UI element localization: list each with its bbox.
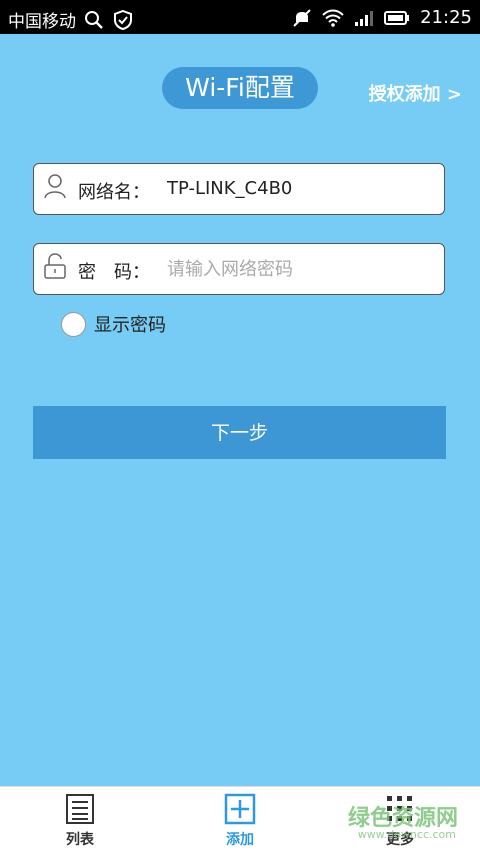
nav-label-add: 添加 — [226, 832, 254, 848]
password-input[interactable] — [167, 254, 427, 284]
nav-item-add[interactable]: 添加 — [200, 793, 280, 849]
user-icon — [44, 174, 66, 199]
password-field[interactable]: 密 码： — [33, 243, 445, 295]
network-name-value: TP-LINK_C4B0 — [167, 178, 293, 199]
authorize-add-link[interactable]: 授权添加 > — [369, 80, 462, 106]
network-name-label: 网络名： — [78, 182, 150, 203]
show-password-toggle[interactable]: 显示密码 — [61, 311, 166, 337]
next-step-button[interactable]: 下一步 — [33, 406, 446, 459]
page-title: Wi-Fi配置 — [162, 67, 318, 109]
signal-icon — [355, 10, 374, 26]
mute-icon — [293, 8, 311, 27]
wifi-icon — [322, 9, 344, 27]
search-icon — [85, 10, 103, 29]
add-icon — [224, 793, 256, 825]
nav-item-list[interactable]: 列表 — [40, 793, 120, 849]
show-password-radio[interactable] — [61, 311, 86, 337]
nav-label-list: 列表 — [66, 832, 94, 848]
show-password-label: 显示密码 — [94, 315, 166, 336]
clock: 21:25 — [420, 7, 472, 28]
carrier-name: 中国移动 — [8, 12, 76, 32]
battery-icon — [384, 10, 410, 25]
lock-icon — [44, 253, 66, 279]
shield-icon — [114, 9, 132, 30]
list-icon — [66, 794, 94, 824]
status-bar: 中国移动 21:25 — [0, 0, 480, 34]
password-label: 密 码： — [78, 262, 150, 283]
watermark-url: www.downcc.com — [357, 828, 456, 841]
network-name-field[interactable]: 网络名： TP-LINK_C4B0 — [33, 163, 445, 215]
